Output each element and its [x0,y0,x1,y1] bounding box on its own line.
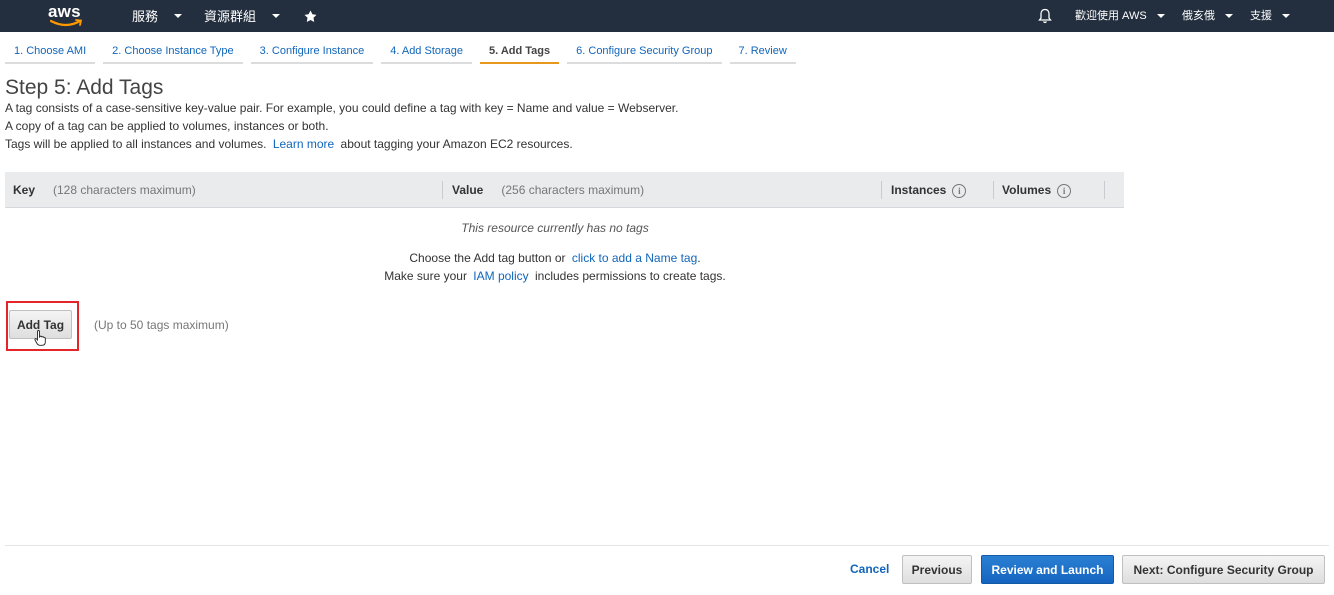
tab-choose-ami[interactable]: 1. Choose AMI [5,40,96,64]
column-divider [442,181,443,199]
hint-text: . [697,251,701,265]
instances-column-header: Instances i [891,172,967,208]
hint-text: Make sure your [384,269,467,283]
volumes-column-header: Volumes i [1002,172,1072,208]
add-name-tag-link[interactable]: click to add a Name tag [572,251,697,265]
aws-logo[interactable]: aws [48,0,86,30]
column-divider [1104,181,1105,199]
pin-icon [304,10,317,22]
support-label: 支援 [1250,9,1272,22]
learn-more-link[interactable]: Learn more [273,137,334,151]
key-hint: (128 characters maximum) [53,183,196,197]
iam-policy-link[interactable]: IAM policy [473,269,528,283]
hint-text: includes permissions to create tags. [534,269,726,283]
bell-icon [1038,8,1052,24]
tab-review[interactable]: 7. Review [729,40,796,64]
chevron-down-icon [1156,14,1165,18]
account-label: 歡迎使用 AWS [1075,9,1147,22]
tab-configure-security-group[interactable]: 6. Configure Security Group [567,40,722,64]
value-column-header: Value (256 characters maximum) [452,172,644,208]
add-tag-hint: Choose the Add tag button or click to ad… [5,251,1105,265]
description-line-3: Tags will be applied to all instances an… [5,137,573,151]
notifications-button[interactable] [1038,0,1052,32]
volumes-header-label: Volumes [1002,183,1052,197]
aws-smile-icon [50,19,83,27]
description-line-1: A tag consists of a case-sensitive key-v… [5,101,679,115]
column-divider [993,181,994,199]
tags-limit-text: (Up to 50 tags maximum) [94,318,229,332]
resource-groups-menu[interactable]: 資源群組 [204,0,281,32]
tab-configure-instance[interactable]: 3. Configure Instance [250,40,374,64]
page-title: Step 5: Add Tags [5,76,164,99]
info-icon[interactable]: i [952,183,967,198]
support-menu[interactable]: 支援 [1250,0,1290,32]
next-configure-security-group-button[interactable]: Next: Configure Security Group [1122,555,1325,584]
empty-table-message: This resource currently has no tags [461,221,649,235]
key-column-header: Key (128 characters maximum) [13,172,196,208]
footer-divider [5,545,1329,546]
resource-groups-label: 資源群組 [204,8,257,24]
chevron-down-icon [174,14,183,18]
info-icon[interactable]: i [1057,183,1072,198]
column-divider [881,181,882,199]
value-hint: (256 characters maximum) [501,183,645,197]
pin-button[interactable] [304,0,317,32]
wizard-steps: 1. Choose AMI 2. Choose Instance Type 3.… [5,40,804,64]
tab-choose-instance-type[interactable]: 2. Choose Instance Type [103,40,243,64]
tab-add-storage[interactable]: 4. Add Storage [381,40,473,64]
services-menu[interactable]: 服務 [132,0,183,32]
hand-cursor-icon [34,330,46,350]
cancel-link[interactable]: Cancel [850,562,889,576]
chevron-down-icon [1282,14,1290,18]
hint-text: Choose the Add tag button or [409,251,566,265]
instances-header-label: Instances [891,183,947,197]
tags-table-header: Key (128 characters maximum) Value (256 ch… [5,172,1124,208]
key-header-label: Key [13,183,36,197]
services-label: 服務 [132,8,159,24]
chevron-down-icon [1225,14,1233,18]
chevron-down-icon [272,14,281,18]
account-menu[interactable]: 歡迎使用 AWS [1075,0,1165,32]
top-navigation-bar: aws 服務 資源群組 歡迎使用 AWS 俄亥俄 支援 [0,0,1334,32]
description-line-2: A copy of a tag can be applied to volume… [5,119,329,133]
region-label: 俄亥俄 [1182,9,1215,22]
iam-hint: Make sure your IAM policy includes permi… [5,269,1105,283]
description-text: about tagging your Amazon EC2 resources. [340,137,573,151]
tab-add-tags[interactable]: 5. Add Tags [480,40,560,64]
review-and-launch-button[interactable]: Review and Launch [981,555,1114,584]
description-text: Tags will be applied to all instances an… [5,137,267,151]
previous-button[interactable]: Previous [902,555,972,584]
value-header-label: Value [452,183,484,197]
region-menu[interactable]: 俄亥俄 [1182,0,1233,32]
